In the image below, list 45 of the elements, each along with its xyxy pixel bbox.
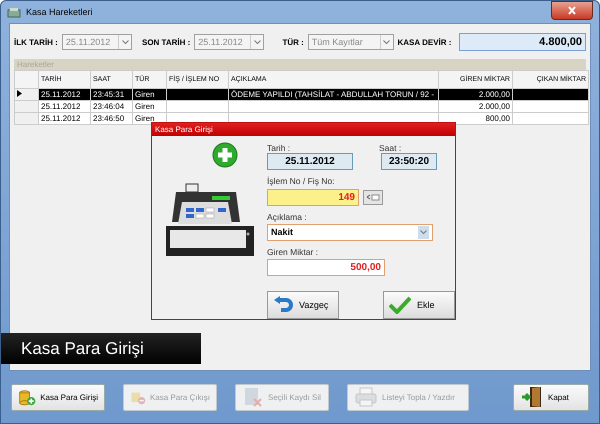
add-button[interactable]: Ekle <box>383 291 455 319</box>
amount-label: Giren Miktar : <box>267 247 320 257</box>
table-cell: 800,00 <box>486 114 510 123</box>
balance-field: 4.800,00 <box>459 33 586 51</box>
undo-arrow-icon <box>273 296 293 314</box>
date-label: Tarih : <box>267 143 290 153</box>
table-cell: 25.11.2012 <box>41 102 80 111</box>
table-cell: 25.11.2012 <box>41 90 80 99</box>
time-label: Saat : <box>379 143 402 153</box>
row-pointer-icon <box>17 90 22 97</box>
table-cell: Giren <box>135 114 155 123</box>
start-date-label: İLK TARİH : <box>14 38 58 46</box>
table-cell: 23:45:31 <box>93 90 124 99</box>
table-cell: ÖDEME YAPILDI (TAHSİLAT - ABDULLAH TORUN / 92 - <box>231 90 434 99</box>
window-title: Kasa Hareketleri <box>26 7 93 17</box>
cancel-button[interactable]: Vazgeç <box>267 291 339 319</box>
income-button[interactable]: Kasa Para Girişi <box>11 384 105 410</box>
door-exit-icon <box>520 385 544 409</box>
time-field[interactable]: 23:50:20 <box>381 153 437 170</box>
amount-field[interactable]: 500,00 <box>267 259 385 276</box>
balance-label: KASA DEVİR : <box>398 38 452 46</box>
printer-icon <box>354 386 378 408</box>
table-cell: Giren <box>135 102 155 111</box>
document-delete-icon <box>242 386 264 408</box>
table-cell: 2.000,00 <box>478 90 510 99</box>
table-cell: Giren <box>135 90 155 99</box>
type-label: TÜR : <box>282 38 304 46</box>
close-button[interactable]: Kapat <box>513 384 589 410</box>
video-caption: Kasa Para Girişi <box>1 333 201 364</box>
number-field[interactable]: 149 <box>267 189 359 206</box>
cash-icon <box>7 6 21 18</box>
number-label: İşlem No / Fiş No: <box>267 176 336 186</box>
table-cell: 23:46:50 <box>93 114 124 123</box>
keyboard-icon[interactable] <box>363 190 383 205</box>
dialog-title: Kasa Para Girişi <box>152 123 455 136</box>
close-icon[interactable] <box>551 1 593 20</box>
table-cell: 25.11.2012 <box>41 114 80 123</box>
checkmark-icon <box>389 296 411 314</box>
table-cell: 23:46:04 <box>93 102 124 111</box>
table-cell: 2.000,00 <box>478 102 510 111</box>
description-label: Açıklama : <box>267 212 308 222</box>
description-dropdown[interactable]: Nakit <box>267 224 433 241</box>
plus-icon <box>212 142 238 168</box>
date-field[interactable]: 25.11.2012 <box>267 153 353 170</box>
end-date-label: SON TARİH : <box>142 38 190 46</box>
